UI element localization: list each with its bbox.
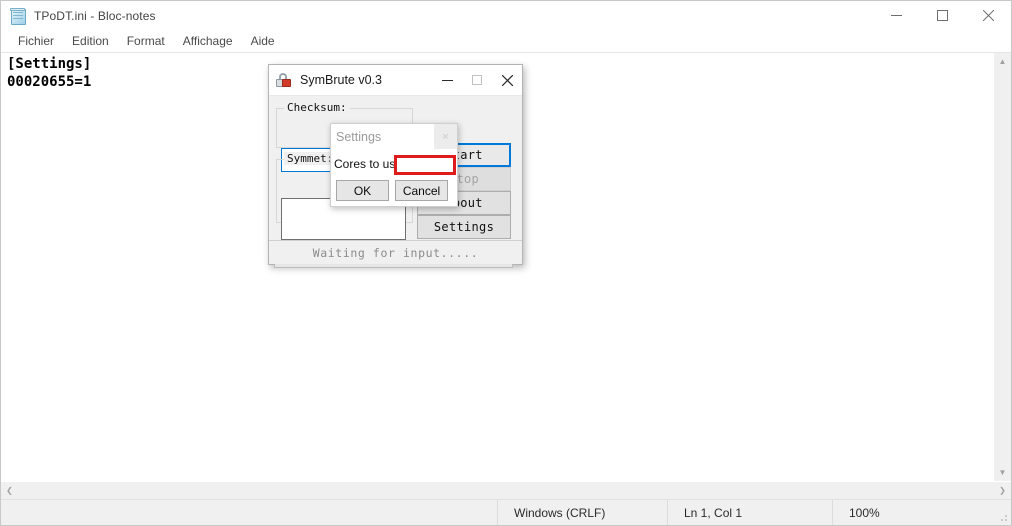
ok-button[interactable]: OK <box>336 180 389 201</box>
menu-item-affichage[interactable]: Affichage <box>174 32 242 50</box>
padlock-icon <box>276 72 292 88</box>
symbrute-titlebar[interactable]: SymBrute v0.3 <box>269 65 522 96</box>
scroll-up-icon[interactable]: ▲ <box>994 53 1011 70</box>
notepad-menubar: Fichier Edition Format Affichage Aide <box>1 30 1011 52</box>
symbrute-title: SymBrute v0.3 <box>300 73 382 87</box>
symbrute-close-icon[interactable] <box>492 65 522 95</box>
cores-to-use-input[interactable] <box>394 155 456 175</box>
horizontal-scrollbar[interactable]: ❮ ❯ <box>1 481 1011 499</box>
symbrute-maximize-icon <box>462 65 492 95</box>
window-title: TPoDT.ini - Bloc-notes <box>34 8 156 23</box>
symbrute-statusbar: Waiting for input..... <box>269 240 522 264</box>
status-line-ending: Windows (CRLF) <box>497 500 667 525</box>
cores-row: Cores to use: <box>331 149 457 179</box>
settings-close-icon[interactable]: × <box>434 124 457 149</box>
menu-item-aide[interactable]: Aide <box>242 32 284 50</box>
notepad-window-controls <box>873 1 1011 30</box>
scroll-right-icon[interactable]: ❯ <box>994 482 1011 499</box>
symbrute-status-text: Waiting for input..... <box>312 245 479 260</box>
notepad-statusbar: Windows (CRLF) Ln 1, Col 1 100% <box>1 499 1011 525</box>
resize-grip-icon[interactable] <box>992 500 1011 525</box>
symbrute-window-controls <box>432 65 522 95</box>
scroll-left-icon[interactable]: ❮ <box>1 482 18 499</box>
settings-dialog: Settings × Cores to use: OK Cancel <box>330 123 458 207</box>
close-icon[interactable] <box>965 1 1011 30</box>
menu-item-format[interactable]: Format <box>118 32 174 50</box>
symmetry-group-label: Symmet: <box>284 152 337 165</box>
status-caret-position: Ln 1, Col 1 <box>667 500 832 525</box>
notepad-icon <box>10 7 26 25</box>
menu-item-edition[interactable]: Edition <box>63 32 118 50</box>
checksum-group-label: Checksum: <box>284 101 350 114</box>
minimize-icon[interactable] <box>873 1 919 30</box>
settings-dialog-title: Settings <box>336 129 382 144</box>
status-zoom-level: 100% <box>832 500 992 525</box>
cancel-button[interactable]: Cancel <box>395 180 448 201</box>
menu-item-fichier[interactable]: Fichier <box>9 32 63 50</box>
scroll-down-icon[interactable]: ▼ <box>994 464 1011 481</box>
maximize-icon[interactable] <box>919 1 965 30</box>
vertical-scrollbar[interactable]: ▲ ▼ <box>993 53 1011 481</box>
statusbar-spacer <box>1 500 497 525</box>
settings-dialog-buttons: OK Cancel <box>331 180 457 201</box>
settings-titlebar[interactable]: Settings × <box>331 124 457 149</box>
symbrute-minimize-icon[interactable] <box>432 65 462 95</box>
settings-button[interactable]: Settings <box>417 215 511 239</box>
notepad-titlebar[interactable]: TPoDT.ini - Bloc-notes <box>1 1 1011 30</box>
